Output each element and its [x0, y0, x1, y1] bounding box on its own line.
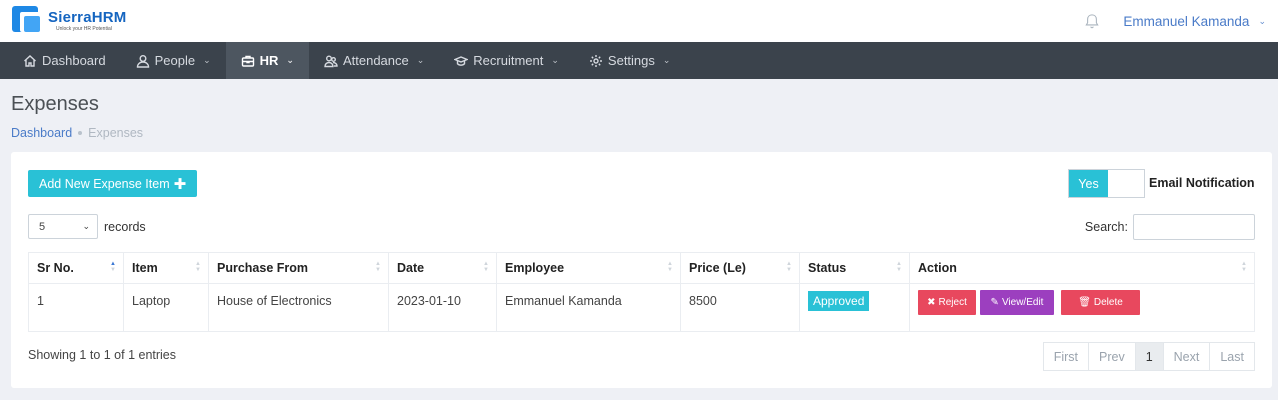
column-header-action[interactable]: Action ▲ ▼ [909, 252, 1255, 284]
cell-action: ✖ Reject ✎ View/Edit 🗑 Delete [909, 283, 1255, 332]
expenses-table: Sr No. ▲ ▼ Item ▲ ▼ Purchase From ▲ ▼ Date ▲ ▼ E… [28, 252, 1255, 332]
column-header-price[interactable]: Price (Le) ▲ ▼ [680, 252, 800, 284]
plus-icon: ✚ [173, 175, 187, 193]
graduation-cap-icon [454, 55, 469, 66]
cell-sr-no: 1 [28, 283, 124, 332]
nav-item-recruitment[interactable]: Recruitment ⌄ [439, 42, 574, 79]
trash-icon: 🗑 [1078, 297, 1091, 308]
status-badge: Approved [808, 291, 870, 311]
chevron-down-icon: ⌄ [203, 55, 211, 65]
pagination: First Prev 1 Next Last [1042, 342, 1255, 371]
sort-icon: ▲ ▼ [667, 261, 673, 273]
user-name: Emmanuel Kamanda [1123, 13, 1250, 29]
sort-icon: ▲ ▼ [786, 261, 792, 273]
bell-icon[interactable] [1085, 13, 1099, 29]
view-edit-button[interactable]: ✎ View/Edit [980, 290, 1054, 315]
person-icon [136, 54, 149, 68]
breadcrumb-home-link[interactable]: Dashboard [11, 126, 72, 140]
brand-name: SierraHRM [48, 9, 127, 26]
column-header-sr-no[interactable]: Sr No. ▲ ▼ [28, 252, 124, 284]
reject-button[interactable]: ✖ Reject [918, 290, 976, 315]
nav-item-people[interactable]: People ⌄ [121, 42, 226, 79]
records-label: records [104, 219, 146, 234]
gear-icon [589, 54, 602, 67]
email-notification-label: Email Notification [1149, 176, 1255, 190]
email-notification-toggle[interactable]: Yes [1068, 169, 1145, 198]
top-bar: SierraHRM Unlock your HR Potential Emman… [0, 0, 1278, 42]
page-size-select[interactable]: 5 ⌄ [28, 214, 98, 239]
sort-icon: ▲ ▼ [1241, 261, 1247, 273]
chevron-down-icon: ⌄ [551, 55, 559, 65]
breadcrumb-current: Expenses [88, 126, 144, 140]
breadcrumb-separator [78, 131, 83, 135]
column-header-date[interactable]: Date ▲ ▼ [388, 252, 497, 284]
edit-icon: ✎ [990, 297, 999, 308]
add-expense-button[interactable]: Add New Expense Item ✚ [28, 170, 198, 197]
search-input[interactable] [1133, 214, 1255, 240]
column-header-employee[interactable]: Employee ▲ ▼ [496, 252, 681, 284]
people-icon [324, 55, 338, 67]
chevron-down-icon: ⌄ [416, 55, 425, 65]
toggle-yes-label: Yes [1069, 170, 1108, 197]
nav-item-attendance[interactable]: Attendance ⌄ [309, 42, 439, 79]
home-icon [24, 54, 36, 67]
delete-button[interactable]: 🗑 Delete [1061, 290, 1140, 315]
briefcase-icon [241, 55, 254, 67]
chevron-down-icon: ⌄ [1258, 15, 1266, 26]
nav-item-hr[interactable]: HR ⌄ [225, 42, 309, 79]
sort-icon: ▲ ▼ [483, 261, 489, 273]
table-header-row: Sr No. ▲ ▼ Item ▲ ▼ Purchase From ▲ ▼ Date ▲ ▼ E… [28, 252, 1255, 284]
sort-icon: ▲ ▼ [110, 261, 116, 273]
chevron-down-icon: ⌄ [82, 221, 90, 231]
page-title: Expenses [11, 93, 99, 115]
brand-tagline: Unlock your HR Potential [56, 26, 112, 32]
cell-price: 8500 [680, 283, 800, 332]
main-nav: Dashboard People ⌄ HR ⌄ Attendance ⌄ Rec… [0, 42, 1278, 79]
logo-mark-icon [12, 6, 44, 36]
cell-purchase-from: House of Electronics [208, 283, 389, 332]
user-menu[interactable]: Emmanuel Kamanda ⌄ [1123, 14, 1266, 29]
breadcrumb: Dashboard Expenses [11, 126, 1267, 140]
sort-icon: ▲ ▼ [195, 261, 201, 273]
search-label: Search: [1084, 220, 1128, 234]
nav-item-settings[interactable]: Settings ⌄ [574, 42, 686, 79]
column-header-status[interactable]: Status ▲ ▼ [799, 252, 910, 284]
toggle-handle [1108, 170, 1144, 197]
pager-last[interactable]: Last [1210, 343, 1254, 370]
cell-item: Laptop [123, 283, 209, 332]
sort-icon: ▲ ▼ [375, 261, 381, 273]
chevron-down-icon: ⌄ [286, 55, 294, 65]
cell-employee: Emmanuel Kamanda [496, 283, 681, 332]
expenses-card: Add New Expense Item ✚ Yes Email Notific… [11, 152, 1272, 388]
sort-icon: ▲ ▼ [896, 261, 902, 273]
chevron-down-icon: ⌄ [662, 55, 671, 65]
brand-logo[interactable]: SierraHRM Unlock your HR Potential [12, 6, 127, 36]
cell-date: 2023-01-10 [388, 283, 497, 332]
entries-info: Showing 1 to 1 of 1 entries [28, 348, 177, 362]
pager-first[interactable]: First [1044, 343, 1089, 370]
nav-item-dashboard[interactable]: Dashboard [8, 42, 121, 79]
column-header-item[interactable]: Item ▲ ▼ [123, 252, 209, 284]
pager-prev[interactable]: Prev [1089, 343, 1136, 370]
pager-next[interactable]: Next [1164, 343, 1211, 370]
cell-status: Approved [799, 283, 910, 332]
pager-current-page[interactable]: 1 [1135, 343, 1164, 370]
table-row: 1 Laptop House of Electronics 2023-01-10… [28, 283, 1255, 332]
column-header-purchase-from[interactable]: Purchase From ▲ ▼ [208, 252, 389, 284]
close-icon: ✖ [927, 297, 936, 308]
